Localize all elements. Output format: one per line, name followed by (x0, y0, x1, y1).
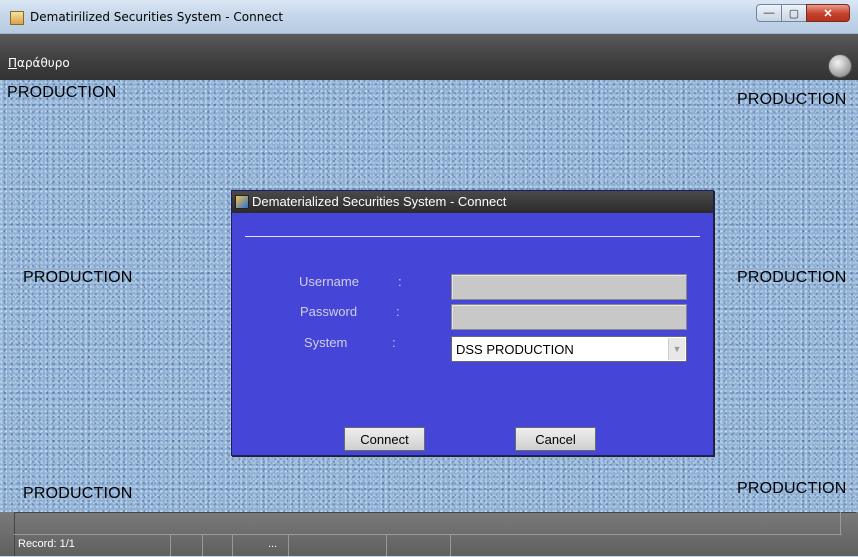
username-colon: : (398, 274, 402, 289)
watermark-mid-left: PRODUCTION (23, 269, 133, 286)
chevron-down-icon[interactable]: ▼ (668, 338, 685, 360)
watermark-top-left: PRODUCTION (7, 84, 117, 101)
status-cell-divider (288, 534, 289, 556)
status-ellipsis: ... (268, 538, 278, 550)
username-field[interactable] (451, 274, 687, 300)
password-colon: : (396, 304, 400, 319)
cancel-button[interactable]: Cancel (515, 427, 596, 451)
system-colon: : (392, 335, 396, 350)
watermark-bottom-right: PRODUCTION (737, 480, 847, 497)
connect-dialog: Dematerialized Securities System - Conne… (231, 190, 714, 456)
system-select-value: DSS PRODUCTION (456, 342, 574, 357)
dialog-titlebar: Dematerialized Securities System - Conne… (232, 191, 713, 213)
dialog-app-icon (235, 195, 249, 209)
watermark-bottom-left: PRODUCTION (23, 485, 133, 502)
status-bar: Record: 1/1 ... (0, 512, 858, 556)
status-cell-divider (170, 534, 171, 556)
menu-window[interactable]: Παράθυρο (8, 56, 70, 70)
window-title: Dematirilized Securities System - Connec… (30, 10, 284, 24)
status-cell-divider (450, 534, 451, 556)
java-app-icon (10, 11, 24, 25)
username-label: Username (299, 274, 359, 289)
status-cell-divider (386, 534, 387, 556)
menu-window-mnemonic: Π (8, 56, 18, 70)
status-cell-divider (202, 534, 203, 556)
password-label: Password (300, 304, 358, 319)
menu-window-label: αράθυρο (17, 56, 70, 70)
close-button[interactable]: ✕ (806, 4, 850, 22)
dialog-separator (245, 236, 700, 237)
connect-button[interactable]: Connect (344, 427, 425, 451)
status-cell-divider (232, 534, 233, 556)
system-label: System (304, 335, 348, 350)
menu-bar: Παράθυρο (0, 34, 858, 80)
password-field[interactable] (451, 304, 687, 330)
window-controls: — ▢ ✕ (756, 4, 850, 24)
watermark-top-right: PRODUCTION (737, 91, 847, 108)
record-indicator: Record: 1/1 (18, 538, 75, 550)
status-row (14, 534, 842, 557)
maximize-button[interactable]: ▢ (781, 4, 807, 22)
status-vertical-line (840, 512, 841, 534)
window-titlebar: Dematirilized Securities System - Connec… (0, 0, 858, 34)
watermark-mid-right: PRODUCTION (737, 269, 847, 286)
dialog-title: Dematerialized Securities System - Conne… (252, 194, 507, 209)
system-select[interactable]: DSS PRODUCTION ▼ (451, 336, 687, 362)
oracle-forms-logo-icon (828, 54, 852, 78)
minimize-button[interactable]: — (756, 4, 782, 22)
